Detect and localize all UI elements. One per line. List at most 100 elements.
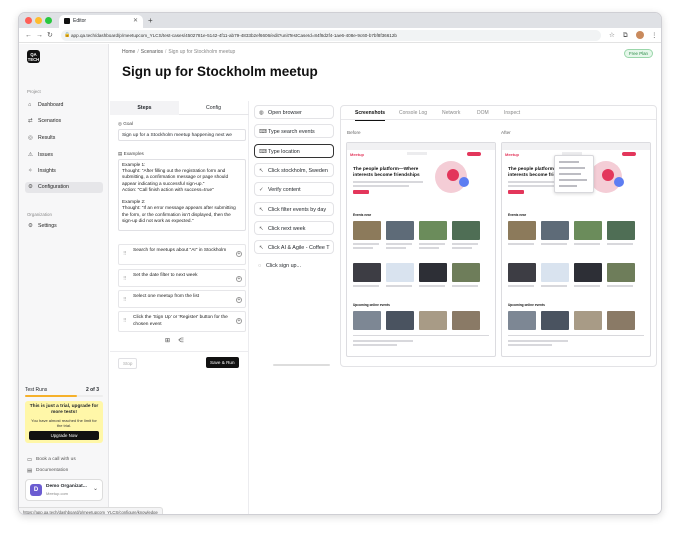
test-runs-progress-fill: [25, 395, 78, 397]
add-step-icon[interactable]: +: [236, 297, 242, 303]
sidebar-item-dashboard[interactable]: ⌂ Dashboard: [25, 100, 103, 111]
browser-menu-icon[interactable]: ⋮: [651, 30, 658, 41]
event-card-image: [607, 221, 635, 240]
dropdown-option: [559, 173, 581, 175]
profile-avatar[interactable]: [636, 31, 644, 39]
new-tab-icon[interactable]: +: [148, 15, 153, 26]
add-step-icon[interactable]: +: [236, 251, 242, 257]
sidebar-item-label: Configuration: [38, 184, 69, 190]
dropdown-option: [559, 179, 587, 181]
minimize-window-button[interactable]: [35, 17, 42, 24]
examples-textarea[interactable]: Example 1: Thought: "After filling out t…: [118, 159, 246, 231]
forward-icon[interactable]: →: [36, 30, 43, 41]
cursor-icon: ↖: [259, 167, 264, 174]
back-icon[interactable]: ←: [25, 30, 32, 41]
qa-tech-logo[interactable]: QA TECH: [27, 50, 40, 63]
results-icon: ◎: [28, 135, 33, 141]
action-step[interactable]: ↖ Click AI & Agile - Coffee T: [254, 240, 334, 255]
close-window-button[interactable]: [25, 17, 32, 24]
event-card-image: [452, 221, 480, 240]
event-card-image: [452, 263, 480, 282]
share-icon[interactable]: ⋲: [178, 338, 184, 344]
sidebar-item-configuration[interactable]: ⚙ Configuration: [25, 182, 103, 193]
stop-button[interactable]: Stop: [118, 358, 138, 369]
bookmark-star-icon[interactable]: ☆: [609, 30, 615, 41]
book-call-link[interactable]: ▭ Book a call with us: [27, 456, 76, 464]
drag-handle-icon[interactable]: ⠿: [123, 318, 127, 325]
after-screenshot[interactable]: Meetup The people platform—Where interes…: [501, 142, 651, 357]
test-runs-label: Test Runs: [25, 387, 48, 393]
add-step-icon[interactable]: +: [236, 318, 242, 324]
screenshot-text-line: [574, 285, 600, 287]
lock-icon: 🔒: [64, 32, 71, 38]
cursor-icon: ↖: [259, 245, 264, 252]
sidebar-item-results[interactable]: ◎ Results: [25, 133, 103, 144]
reload-icon[interactable]: ↻: [47, 30, 53, 41]
tab-steps[interactable]: Steps: [110, 101, 179, 115]
org-avatar: D: [30, 484, 42, 496]
hero-illustration: [447, 169, 459, 181]
screenshot-text-line: [452, 243, 478, 245]
action-step[interactable]: ↖ Click stockholm, Sweden: [254, 162, 334, 177]
sidebar-item-scenarios[interactable]: ⇄ Scenarios: [25, 116, 103, 127]
tab-inspect[interactable]: Inspect: [504, 106, 520, 120]
drag-handle-icon[interactable]: ⠿: [123, 297, 127, 304]
event-card-image: [574, 263, 602, 282]
goal-input[interactable]: Sign up for a Stockholm meetup happening…: [118, 129, 246, 141]
action-step[interactable]: ⌨ Type search events: [254, 124, 334, 139]
organization-switcher[interactable]: D Demo Organizat... Meetup.com ⌄: [25, 479, 103, 501]
screenshot-section-title: Upcoming online events: [508, 303, 545, 307]
tab-network[interactable]: Network: [442, 106, 460, 120]
breadcrumb-scenarios[interactable]: Scenarios: [141, 49, 163, 55]
sidebar-item-insights[interactable]: ✧ Insights: [25, 166, 103, 177]
before-screenshot[interactable]: Meetup The people platform—Where interes…: [346, 142, 496, 357]
action-label: Click AI & Agile - Coffee T: [268, 245, 330, 252]
extensions-icon[interactable]: ⧉: [623, 30, 628, 41]
step-card[interactable]: ⠿ Search for meetups about "AI" in Stock…: [118, 244, 246, 265]
tab-title: Editor: [73, 18, 87, 24]
page-title: Sign up for Stockholm meetup: [122, 64, 318, 79]
add-step-button[interactable]: ⊞: [165, 338, 170, 344]
upgrade-now-button[interactable]: Upgrade Now: [29, 431, 99, 440]
examples-label: ▤ Examples: [118, 151, 144, 156]
documentation-link[interactable]: ▤ Documentation: [27, 467, 68, 475]
action-step[interactable]: ⌨ Type location: [254, 143, 334, 158]
tab-config[interactable]: Config: [179, 101, 248, 115]
action-label: Verify content: [268, 187, 301, 194]
keyboard-icon: ⌨: [259, 148, 267, 155]
action-step[interactable]: ◌ Click sign up...: [254, 259, 334, 274]
step-card[interactable]: ⠿ Set the date filter to next week +: [118, 269, 246, 287]
tab-dom[interactable]: DOM: [477, 106, 489, 120]
editor-tabs: Steps Config: [110, 101, 249, 115]
browser-tab[interactable]: Editor ✕: [59, 15, 143, 28]
event-card-image: [419, 263, 447, 282]
horizontal-scrollbar[interactable]: [273, 364, 330, 366]
tab-screenshots[interactable]: Screenshots: [355, 106, 386, 121]
scenarios-icon: ⇄: [28, 118, 33, 124]
step-text: Click the 'Sign Up' or 'Register' button…: [133, 315, 228, 327]
sidebar-item-issues[interactable]: ⚠ Issues: [25, 150, 103, 161]
url-text: app.qa.tech/dashboard/p/meetupcom_YLCS/t…: [71, 33, 397, 38]
address-bar[interactable]: 🔒 app.qa.tech/dashboard/p/meetupcom_YLCS…: [61, 30, 601, 41]
action-step[interactable]: ↖ Click next week: [254, 220, 334, 235]
screenshot-section-title: Events near: [353, 213, 372, 217]
maximize-window-button[interactable]: [45, 17, 52, 24]
drag-handle-icon[interactable]: ⠿: [123, 276, 127, 283]
action-step[interactable]: ◍ Open browser: [254, 105, 334, 119]
sidebar-item-label: Insights: [38, 168, 56, 174]
step-card[interactable]: ⠿ Click the 'Sign Up' or 'Register' butt…: [118, 311, 246, 332]
screenshot-footer-line: [508, 335, 644, 336]
step-card[interactable]: ⠿ Select one meetup from the list +: [118, 290, 246, 308]
action-step[interactable]: ✓ Verify content: [254, 182, 334, 197]
drag-handle-icon[interactable]: ⠿: [123, 251, 127, 258]
test-runs-row: Test Runs 2 of 3: [25, 386, 103, 394]
tab-console-log[interactable]: Console Log: [399, 106, 427, 120]
add-step-icon[interactable]: +: [236, 276, 242, 282]
screenshot-section-title: Events near: [508, 213, 527, 217]
event-card-image: [419, 221, 447, 240]
breadcrumb-home[interactable]: Home: [122, 49, 135, 55]
action-step[interactable]: ↖ Click filter events by day: [254, 201, 334, 216]
sidebar-item-settings[interactable]: ⚙ Settings: [25, 221, 103, 232]
close-tab-icon[interactable]: ✕: [133, 15, 138, 28]
save-and-run-button[interactable]: Save & Run: [206, 357, 239, 368]
